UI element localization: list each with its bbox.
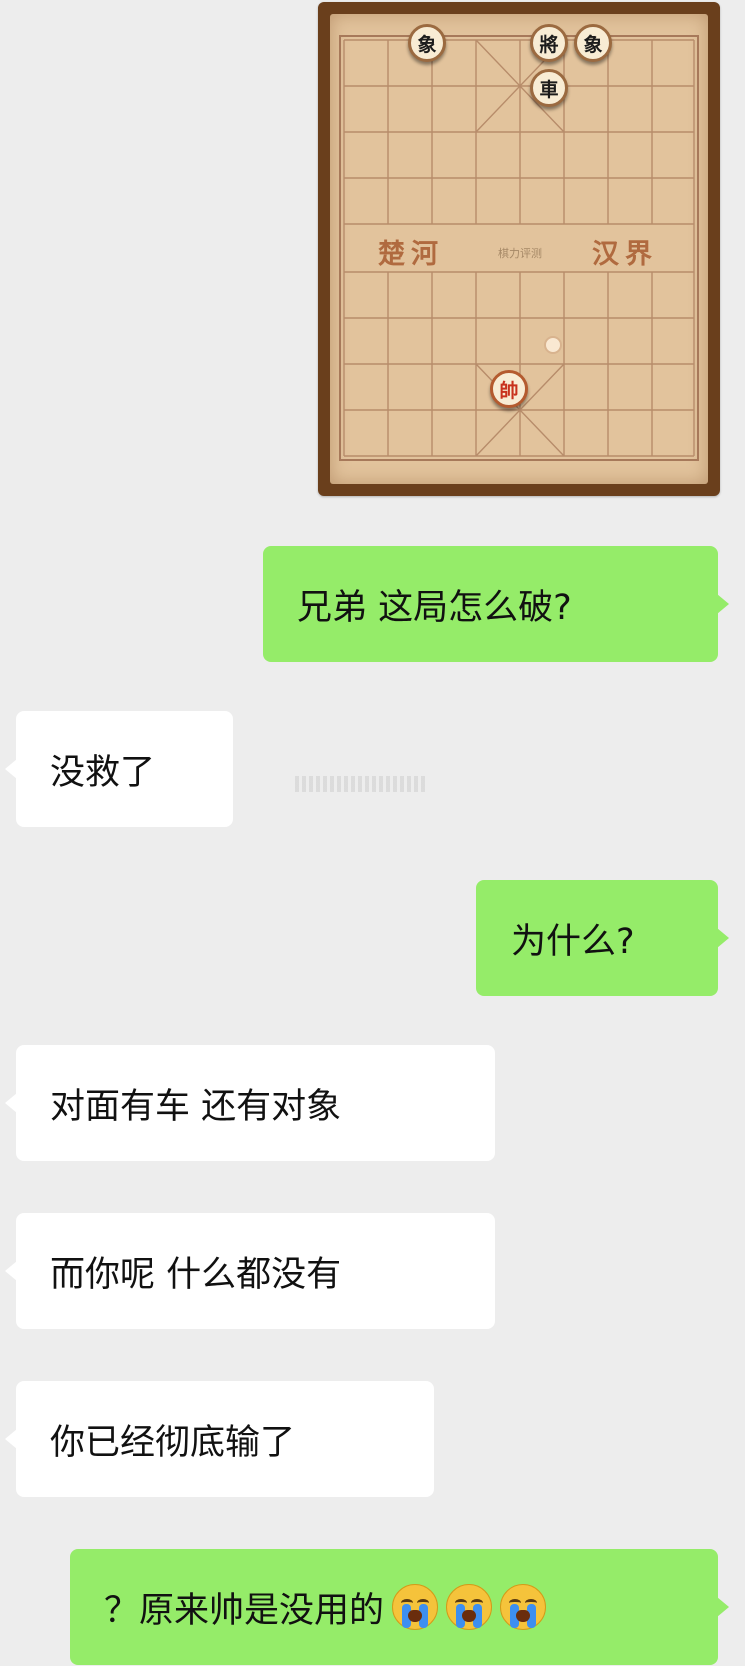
message-text: 为什么? — [511, 921, 635, 962]
message-text: 兄弟 这局怎么破? — [297, 587, 572, 628]
river-label-chu: 楚河 — [378, 239, 444, 270]
xiangqi-board: 楚河 汉界 棋力评测 象 將 象 車 帥 — [330, 14, 708, 484]
black-elephant-piece: 象 — [408, 24, 446, 62]
black-elephant-piece-2: 象 — [574, 24, 612, 62]
board-watermark: 棋力评测 — [498, 247, 542, 260]
blurred-watermark — [295, 776, 425, 792]
message-text: 对面有车 还有对象 — [50, 1086, 342, 1127]
message-bubble-received[interactable]: 你已经彻底输了 — [5, 1381, 434, 1497]
message-bubble-received[interactable]: 没救了 — [5, 711, 233, 827]
black-general-piece: 將 — [530, 24, 568, 62]
message-bubble-received[interactable]: 而你呢 什么都没有 — [5, 1213, 495, 1329]
crying-face-icon — [446, 1584, 493, 1630]
crying-face-icon — [500, 1584, 547, 1630]
message-bubble-sent[interactable]: 兄弟 这局怎么破? — [263, 546, 729, 662]
message-text: 你已经彻底输了 — [50, 1422, 296, 1463]
message-text: ？原来帅是没用的 — [104, 1590, 385, 1631]
chess-screenshot-message[interactable]: 楚河 汉界 棋力评测 象 將 象 車 帥 — [318, 2, 720, 496]
message-text: 没救了 — [50, 752, 156, 793]
message-text: 而你呢 什么都没有 — [50, 1254, 342, 1295]
message-bubble-received[interactable]: 对面有车 还有对象 — [5, 1045, 495, 1161]
last-move-dot — [544, 336, 562, 354]
river-label-han: 汉界 — [592, 239, 658, 270]
crying-face-icon — [392, 1584, 439, 1630]
message-bubble-sent[interactable]: ？原来帅是没用的 — [70, 1549, 729, 1665]
message-bubble-sent[interactable]: 为什么? — [476, 880, 729, 996]
black-chariot-piece: 車 — [530, 69, 568, 107]
red-marshal-piece: 帥 — [490, 370, 528, 408]
